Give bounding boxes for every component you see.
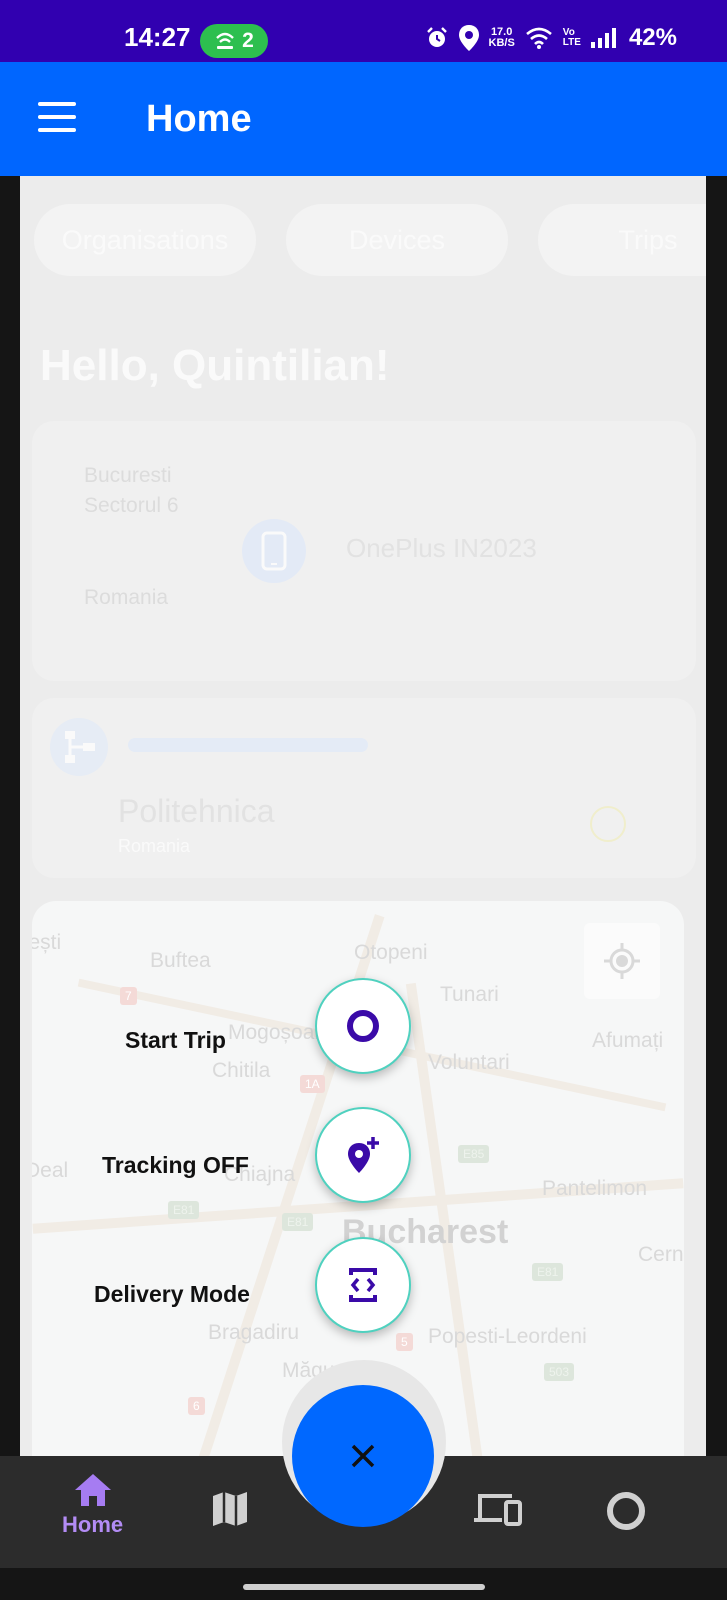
nav-item-devices[interactable]	[472, 1490, 524, 1528]
organisation-card[interactable]: Politehnica Romania	[32, 698, 696, 878]
status-icons: 17.0 KB/S Vo LTE 42%	[425, 24, 677, 52]
map-label: -Deal	[32, 1159, 69, 1182]
road-badge: 6	[188, 1397, 205, 1415]
fab-close-button[interactable]	[292, 1385, 434, 1527]
map-label: Otopeni	[354, 941, 428, 964]
crosshair-icon	[604, 943, 640, 979]
nav-item-home[interactable]: Home	[62, 1472, 123, 1538]
road-badge: 1A	[300, 1075, 325, 1093]
home-icon	[74, 1474, 111, 1506]
nav-label-home: Home	[62, 1512, 124, 1537]
tracking-toggle-label: Tracking OFF	[102, 1152, 249, 1178]
map-label: Cern	[638, 1243, 684, 1266]
wifi-icon	[525, 27, 552, 49]
greeting: Hello, Quintilian!	[40, 341, 390, 390]
tab-trips[interactable]: Trips	[538, 204, 706, 276]
status-time: 14:27	[124, 22, 191, 52]
alarm-icon	[426, 27, 447, 47]
tracking-toggle-button[interactable]	[315, 1107, 411, 1203]
road-badge: E81	[282, 1213, 314, 1231]
map-label: Buftea	[150, 949, 211, 972]
nav-item-map[interactable]	[211, 1490, 249, 1528]
circle-outline-icon	[347, 1010, 379, 1042]
tab-row: Organisations Devices Trips	[34, 204, 706, 276]
hotspot-count: 2	[242, 29, 254, 52]
map-label: șești	[32, 931, 62, 954]
organisation-header-bar	[128, 738, 368, 752]
delivery-mode-button[interactable]	[315, 1237, 411, 1333]
nav-item-status[interactable]	[605, 1490, 647, 1532]
device-name: OnePlus IN2023	[346, 533, 537, 563]
map-label: Afumați	[592, 1029, 664, 1052]
organisation-country: Romania	[118, 836, 191, 856]
map-label: Tunari	[440, 983, 499, 1006]
hamburger-icon[interactable]	[38, 102, 76, 132]
net-speed-unit: KB/S	[488, 37, 515, 49]
location-plus-icon	[348, 1137, 379, 1173]
delivery-mode-label: Delivery Mode	[94, 1281, 250, 1307]
tab-organisations[interactable]: Organisations	[34, 204, 256, 276]
map-label: Pantelimon	[542, 1177, 648, 1200]
tab-label: Devices	[348, 224, 446, 255]
app-bar: Home	[0, 62, 727, 176]
circle-icon	[607, 1492, 645, 1530]
hotspot-icon	[216, 32, 235, 49]
volte-bottom: LTE	[562, 37, 581, 48]
location-line2: Sectorul 6	[84, 494, 179, 517]
close-icon	[351, 1444, 375, 1468]
road-badge: 503	[544, 1363, 575, 1381]
map-icon	[213, 1492, 247, 1526]
gesture-handle[interactable]	[243, 1584, 485, 1590]
road-badge: E81	[532, 1263, 564, 1281]
devices-icon	[474, 1494, 522, 1526]
location-icon	[458, 25, 479, 51]
map-label: Bragadiru	[208, 1321, 300, 1344]
hotspot-indicator: 2	[200, 24, 268, 58]
location-line1: Bucuresti	[84, 464, 172, 487]
sitemap-icon	[50, 718, 108, 776]
map-label: Popesti-Leordeni	[428, 1325, 587, 1348]
my-location-button[interactable]	[584, 923, 660, 999]
device-card[interactable]: Bucuresti Sectorul 6 Romania OnePlus IN2…	[32, 421, 696, 681]
tab-devices[interactable]: Devices	[286, 204, 508, 276]
organisation-name: Politehnica	[118, 793, 275, 829]
status-bar: 14:27 2 17.0 KB/S Vo LTE 42%	[0, 0, 727, 62]
net-speed: 17.0 KB/S	[489, 27, 515, 49]
road-badge: 5	[396, 1333, 413, 1351]
map-label: Chitila	[212, 1059, 271, 1082]
device-location: Bucuresti Sectorul 6	[84, 461, 179, 521]
start-trip-button[interactable]	[315, 978, 411, 1074]
page-title: Home	[146, 98, 252, 140]
start-trip-label: Start Trip	[125, 1027, 226, 1053]
battery-level: 42%	[628, 24, 677, 51]
organisation-select-radio[interactable]	[590, 806, 626, 842]
road-badge: E81	[168, 1201, 200, 1219]
road-badge: 7	[120, 987, 137, 1005]
phone-icon	[242, 519, 306, 583]
road-badge: E85	[458, 1145, 490, 1163]
signal-icon	[590, 28, 616, 48]
map-label: Voluntari	[428, 1051, 510, 1074]
tab-label: Organisations	[61, 224, 229, 255]
code-box-icon	[349, 1268, 377, 1302]
tab-label: Trips	[618, 224, 678, 255]
volte-indicator: Vo LTE	[563, 28, 581, 48]
device-country: Romania	[84, 586, 169, 609]
